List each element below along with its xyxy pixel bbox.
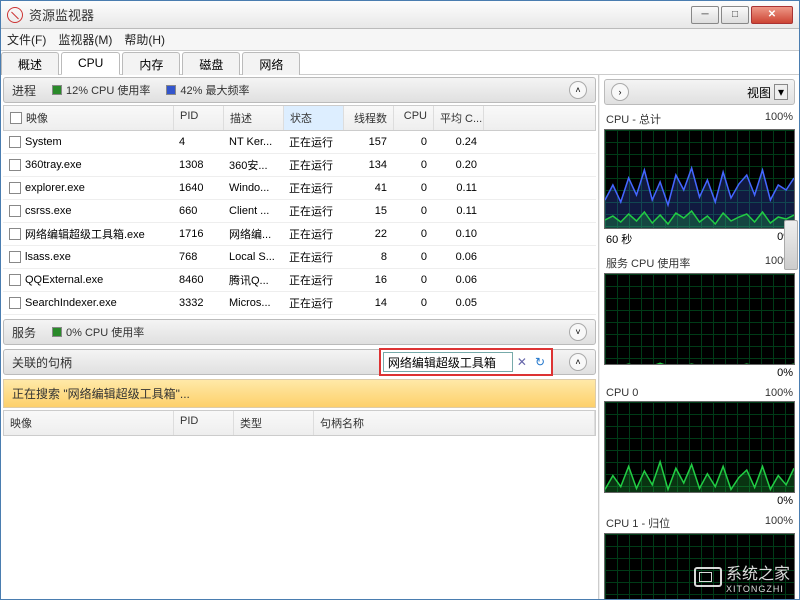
col-desc[interactable]: 描述 [224,106,284,130]
maximize-button[interactable]: □ [721,6,749,24]
minimize-button[interactable]: ─ [691,6,719,24]
graph-title: 服务 CPU 使用率 [606,255,690,271]
row-checkbox[interactable] [9,159,21,171]
processes-title: 进程 [12,82,36,99]
processes-header[interactable]: 进程 12% CPU 使用率 42% 最大频率 ˄ [3,77,596,103]
tab-overview[interactable]: 概述 [1,52,59,75]
expand-services-icon[interactable]: ˅ [569,323,587,341]
row-checkbox[interactable] [9,136,21,148]
refresh-search-icon[interactable]: ↻ [531,355,549,369]
window-title: 资源监视器 [29,5,691,24]
col-status[interactable]: 状态 [284,106,344,130]
row-checkbox[interactable] [9,205,21,217]
table-row[interactable]: QQExternal.exe 8460腾讯Q... 正在运行16 00.06 [3,269,596,292]
freq-swatch-icon [166,85,176,95]
handles-search-wrap: ✕ ↻ [379,348,553,376]
graph-max: 100% [765,111,793,127]
cpu-graph [604,533,795,599]
right-scrollbar[interactable] [784,220,798,270]
handles-title: 关联的句柄 [12,354,72,371]
row-checkbox[interactable] [9,182,21,194]
tab-disk[interactable]: 磁盘 [182,52,240,75]
main-tabs: 概述 CPU 内存 磁盘 网络 [1,51,799,75]
services-header[interactable]: 服务 0% CPU 使用率 ˅ [3,319,596,345]
tab-cpu[interactable]: CPU [61,52,120,75]
select-all-checkbox[interactable] [10,112,22,124]
graph-title: CPU 0 [606,387,638,399]
hcol-type[interactable]: 类型 [234,411,314,435]
handles-table: 映像 PID 类型 句柄名称 [3,410,596,436]
titlebar: 资源监视器 ─ □ ✕ [1,1,799,29]
tab-network[interactable]: 网络 [242,52,300,75]
view-dropdown-icon[interactable]: ▾ [774,84,788,100]
cpu-swatch-icon [52,85,62,95]
menu-monitor[interactable]: 监视器(M) [58,31,112,48]
right-toolbar: › 视图 ▾ [604,79,795,105]
col-cpu[interactable]: CPU [394,106,434,130]
graph-foot-right: 0% [777,495,793,507]
table-row[interactable]: lsass.exe 768Local S... 正在运行8 00.06 [3,246,596,269]
col-threads[interactable]: 线程数 [344,106,394,130]
graph-title: CPU 1 - 归位 [606,515,670,531]
svc-cpu-label: 0% CPU 使用率 [66,324,144,340]
graph-foot-left: 60 秒 [606,231,632,247]
process-table: 映像 PID 描述 状态 线程数 CPU 平均 C... System 4NT … [3,105,596,315]
collapse-processes-icon[interactable]: ˄ [569,81,587,99]
hcol-image[interactable]: 映像 [4,411,174,435]
handles-search-input[interactable] [383,352,513,372]
graph-title: CPU - 总计 [606,111,661,127]
table-row[interactable]: explorer.exe 1640Windo... 正在运行41 00.11 [3,177,596,200]
graph-max: 100% [765,515,793,531]
clear-search-icon[interactable]: ✕ [513,355,531,369]
menu-file[interactable]: 文件(F) [7,31,46,48]
services-title: 服务 [12,324,36,341]
col-image[interactable]: 映像 [26,110,48,126]
cpu-graph [604,273,795,365]
hcol-name[interactable]: 句柄名称 [314,411,595,435]
row-checkbox[interactable] [9,297,21,309]
tab-memory[interactable]: 内存 [122,52,180,75]
table-row[interactable]: 网络编辑超级工具箱.exe 1716网络编... 正在运行22 00.10 [3,223,596,246]
table-row[interactable]: csrss.exe 660Client ... 正在运行15 00.11 [3,200,596,223]
menubar: 文件(F) 监视器(M) 帮助(H) [1,29,799,51]
searching-banner: 正在搜索 "网络编辑超级工具箱"... [3,379,596,408]
row-checkbox[interactable] [9,251,21,263]
cpu-usage-label: 12% CPU 使用率 [66,82,150,98]
app-icon [7,7,23,23]
menu-help[interactable]: 帮助(H) [124,31,165,48]
col-pid[interactable]: PID [174,106,224,130]
cpu-graph [604,129,795,229]
graph-foot-right: 0% [777,367,793,379]
svc-swatch-icon [52,327,62,337]
row-checkbox[interactable] [9,274,21,286]
graph-max: 100% [765,387,793,399]
row-checkbox[interactable] [9,228,21,240]
cpu-graph [604,401,795,493]
col-avg[interactable]: 平均 C... [434,106,484,130]
table-row[interactable]: System 4NT Ker... 正在运行157 00.24 [3,131,596,154]
close-button[interactable]: ✕ [751,6,793,24]
view-label: 视图 [747,84,771,101]
nav-right-icon[interactable]: › [611,83,629,101]
max-freq-label: 42% 最大频率 [180,82,249,98]
handles-header[interactable]: 关联的句柄 ✕ ↻ ˄ [3,349,596,375]
hcol-pid[interactable]: PID [174,411,234,435]
table-row[interactable]: 360tray.exe 1308360安... 正在运行134 00.20 [3,154,596,177]
table-row[interactable]: SearchIndexer.exe 3332Micros... 正在运行14 0… [3,292,596,315]
collapse-handles-icon[interactable]: ˄ [569,353,587,371]
